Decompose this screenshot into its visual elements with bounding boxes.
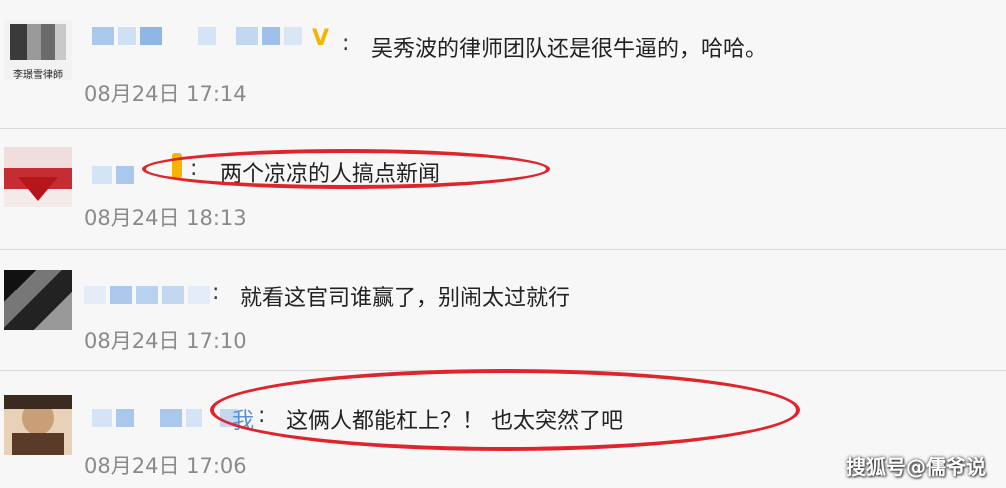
- avatar[interactable]: [4, 270, 72, 330]
- avatar-text: 李璟雪律師: [13, 70, 63, 80]
- comment-item: 李璟雪律師 V : 吴秀波的律师团队还是很牛逼的，哈哈。 08月24日 17:1…: [0, 0, 1006, 128]
- username-blurred[interactable]: [84, 284, 210, 306]
- timestamp: 08月24日 17:10: [84, 329, 247, 353]
- colon: :: [342, 31, 350, 56]
- username-blurred[interactable]: [92, 25, 302, 47]
- avatar[interactable]: [4, 395, 72, 455]
- red-highlight-circle: [142, 149, 550, 189]
- timestamp: 08月24日 17:14: [84, 82, 247, 106]
- timestamp: 08月24日 17:06: [84, 454, 247, 478]
- red-highlight-circle: [210, 369, 800, 451]
- avatar[interactable]: [4, 147, 72, 207]
- watermark: 搜狐号@儒爷说: [846, 455, 986, 479]
- avatar[interactable]: 李璟雪律師: [4, 20, 72, 80]
- timestamp: 08月24日 18:13: [84, 206, 247, 230]
- comment-text: 吴秀波的律师团队还是很牛逼的，哈哈。: [371, 37, 768, 62]
- comment-item: : 就看这官司谁赢了，别闹太过就行 08月24日 17:10: [0, 250, 1006, 370]
- username-blurred[interactable]: [92, 164, 134, 186]
- comment-item: : 两个凉凉的人搞点新闻 08月24日 18:13: [0, 129, 1006, 249]
- vip-badge-icon: V: [312, 26, 330, 51]
- colon: :: [212, 280, 220, 305]
- comment-text: 就看这官司谁赢了，别闹太过就行: [240, 286, 571, 311]
